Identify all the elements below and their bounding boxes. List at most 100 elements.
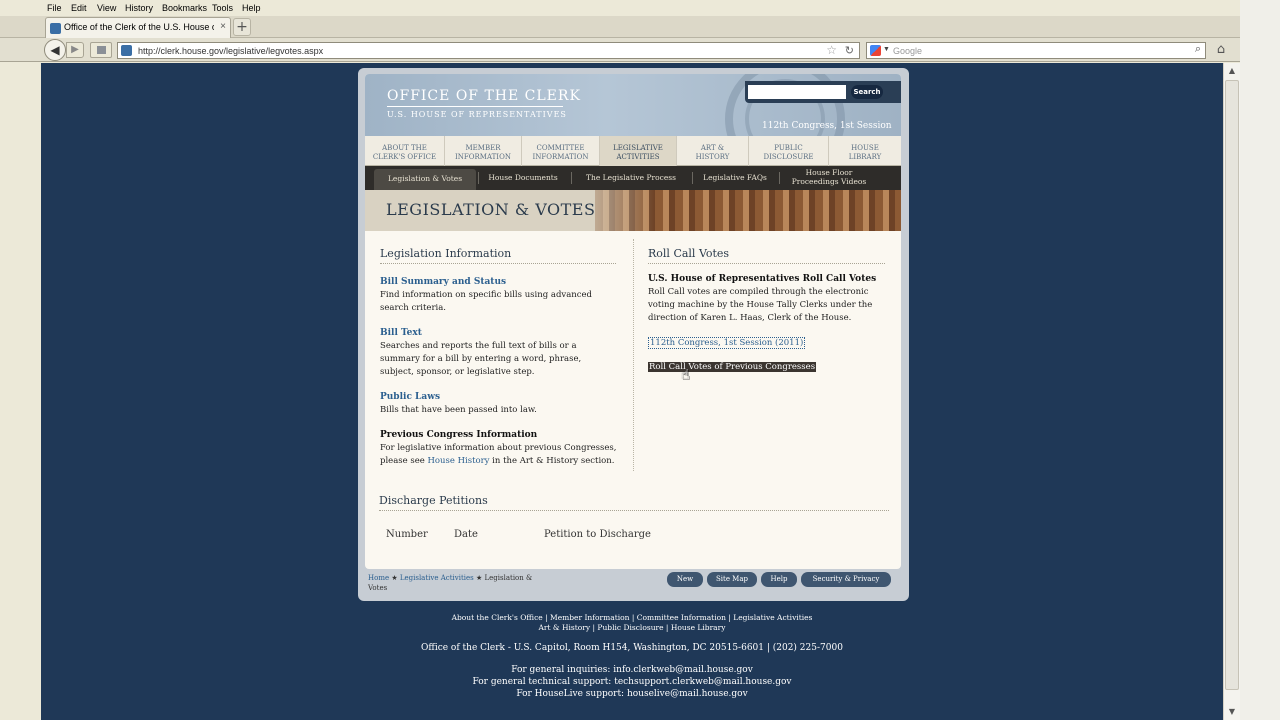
page-footer-bar: Home ★ Legislative Activities ★ Legislat…: [365, 569, 901, 597]
scrollbar-thumb[interactable]: [1225, 80, 1239, 690]
desc-line: in the Art & History section.: [489, 456, 615, 466]
nav-label-line2: History: [695, 153, 730, 161]
subnav-house-documents[interactable]: House Documents: [479, 166, 567, 190]
footer-houselive-support: For HouseLive support: houselive@mail.ho…: [516, 689, 748, 699]
close-tab-icon[interactable]: ×: [220, 21, 226, 32]
heading-rule: [379, 510, 889, 511]
subnav-legislative-faqs[interactable]: Legislative FAQs: [694, 166, 776, 190]
breadcrumb-home[interactable]: Home: [368, 574, 389, 582]
menu-view[interactable]: View: [97, 3, 116, 13]
nav-label-line2: Disclosure: [763, 153, 814, 161]
breadcrumb-separator: ★: [473, 574, 485, 582]
window-right-edge: [1240, 0, 1280, 720]
browser-tab[interactable]: Office of the Clerk of the U.S. House of…: [45, 17, 231, 38]
home-icon[interactable]: ⌂: [1212, 41, 1230, 59]
forward-button[interactable]: ▶: [66, 42, 84, 58]
desc-line: summary for a bill by entering a word, p…: [380, 354, 582, 364]
subnav-legislation-votes[interactable]: Legislation & Votes: [374, 169, 476, 190]
url-text: http://clerk.house.gov/legislative/legvo…: [138, 46, 324, 56]
help-button[interactable]: Help: [761, 572, 797, 587]
nav-label-line1: Art &: [700, 144, 725, 152]
menu-bookmarks[interactable]: Bookmarks: [162, 3, 207, 13]
nav-label-line1: About the: [382, 144, 427, 152]
current-session-votes-link[interactable]: 112th Congress, 1st Session (2011): [648, 337, 806, 349]
nav-member-information[interactable]: Member Information: [445, 136, 522, 166]
congress-session-label: 112th Congress, 1st Session: [762, 121, 892, 131]
column-header-number: Number: [386, 529, 428, 540]
nav-about-clerks-office[interactable]: About the Clerk's Office: [365, 136, 445, 166]
menu-history[interactable]: History: [125, 3, 153, 13]
nav-label-line2: Information: [532, 153, 589, 161]
house-history-link[interactable]: House History: [427, 456, 489, 466]
site-search: Search: [745, 81, 901, 103]
nav-committee-information[interactable]: Committee Information: [522, 136, 600, 166]
nav-art-history[interactable]: Art & History: [677, 136, 749, 166]
nav-label-line1: Public: [774, 144, 803, 152]
scroll-down-icon[interactable]: ▼: [1224, 704, 1240, 720]
nav-legislative-activities[interactable]: Legislative Activities: [600, 136, 677, 166]
menu-edit[interactable]: Edit: [71, 3, 87, 13]
desc-line: Bills that have been passed into law.: [380, 405, 537, 415]
search-icon[interactable]: ⌕: [1195, 43, 1201, 56]
nav-label-line2: Library: [848, 153, 882, 161]
chevron-down-icon[interactable]: ▼: [883, 46, 890, 53]
favicon-icon: [50, 23, 61, 34]
site-map-button[interactable]: Site Map: [707, 572, 757, 587]
roll-call-desc: Roll Call votes are compiled through the…: [648, 286, 893, 325]
desc-line: search criteria.: [380, 303, 446, 313]
page-banner: LEGISLATION & VOTES: [365, 190, 901, 231]
nav-label-line2: Activities: [616, 153, 660, 161]
bill-text-link[interactable]: Bill Text: [380, 328, 422, 338]
main-navigation: About the Clerk's Office Member Informatio…: [365, 136, 901, 166]
new-button[interactable]: New: [667, 572, 703, 587]
security-privacy-button[interactable]: Security & Privacy: [801, 572, 891, 587]
bookmark-star-icon[interactable]: ☆: [826, 43, 837, 57]
search-engine-icon[interactable]: [870, 45, 881, 56]
site-search-button[interactable]: Search: [851, 85, 883, 99]
subnav-legislative-process[interactable]: The Legislative Process: [573, 166, 689, 190]
desc-line: voting machine by the House Tally Clerks…: [648, 300, 873, 310]
breadcrumb-separator: ★: [389, 574, 400, 582]
vertical-scrollbar[interactable]: ▲ ▼: [1223, 63, 1240, 720]
menu-bar: File Edit View History Bookmarks Tools H…: [0, 0, 1280, 16]
back-button[interactable]: ◀: [44, 39, 66, 61]
scroll-up-icon[interactable]: ▲: [1224, 63, 1240, 79]
desc-line: subject, sponsor, or legislative step.: [380, 367, 535, 377]
footer-tech-support: For general technical support: techsuppo…: [472, 677, 792, 687]
discharge-petitions-heading: Discharge Petitions: [379, 494, 488, 507]
previous-congresses-votes-link[interactable]: Roll Call Votes of Previous Congresses: [648, 362, 817, 372]
site-search-input[interactable]: [748, 85, 846, 99]
legislation-info-heading: Legislation Information: [380, 247, 512, 260]
subnav-label-line2: Proceedings Videos: [791, 177, 867, 186]
nav-house-library[interactable]: House Library: [829, 136, 901, 166]
public-laws-link[interactable]: Public Laws: [380, 392, 440, 402]
main-content: Legislation Information Bill Summary and…: [365, 231, 901, 569]
breadcrumb-legislative-activities[interactable]: Legislative Activities: [400, 574, 474, 582]
roll-call-subtitle: U.S. House of Representatives Roll Call …: [648, 274, 877, 284]
site-logo-subtitle[interactable]: U.S. HOUSE OF REPRESENTATIVES: [387, 110, 567, 119]
previous-congress-desc: For legislative information about previo…: [380, 442, 630, 468]
subnav-house-floor-videos[interactable]: House Floor Proceedings Videos: [779, 166, 879, 190]
site-logo-title[interactable]: OFFICE OF THE CLERK: [387, 88, 581, 104]
menu-tools[interactable]: Tools: [212, 3, 233, 13]
public-laws-desc: Bills that have been passed into law.: [380, 404, 620, 417]
sub-navigation: Legislation & Votes House Documents The …: [365, 166, 901, 190]
desc-line: direction of Karen L. Haas, Clerk of the…: [648, 313, 852, 323]
new-tab-button[interactable]: +: [233, 18, 251, 36]
footer-links-row2[interactable]: Art & History | Public Disclosure | Hous…: [41, 623, 1223, 632]
footer-links-row1[interactable]: About the Clerk's Office | Member Inform…: [41, 613, 1223, 622]
nav-public-disclosure[interactable]: Public Disclosure: [749, 136, 829, 166]
heading-rule: [380, 263, 616, 264]
menu-file[interactable]: File: [47, 3, 62, 13]
subnav-divider: [571, 172, 572, 184]
site-identity-button[interactable]: [90, 42, 112, 58]
desc-line: Searches and reports the full text of bi…: [380, 341, 577, 351]
menu-help[interactable]: Help: [242, 3, 261, 13]
url-bar[interactable]: http://clerk.house.gov/legislative/legvo…: [117, 42, 860, 59]
reload-icon[interactable]: ↻: [845, 44, 854, 57]
bill-summary-link[interactable]: Bill Summary and Status: [380, 277, 506, 287]
subnav-divider: [692, 172, 693, 184]
web-search-bar[interactable]: ▼ Google ⌕: [866, 42, 1206, 59]
page-title: LEGISLATION & VOTES: [386, 200, 596, 219]
desc-line: please see: [380, 456, 428, 466]
